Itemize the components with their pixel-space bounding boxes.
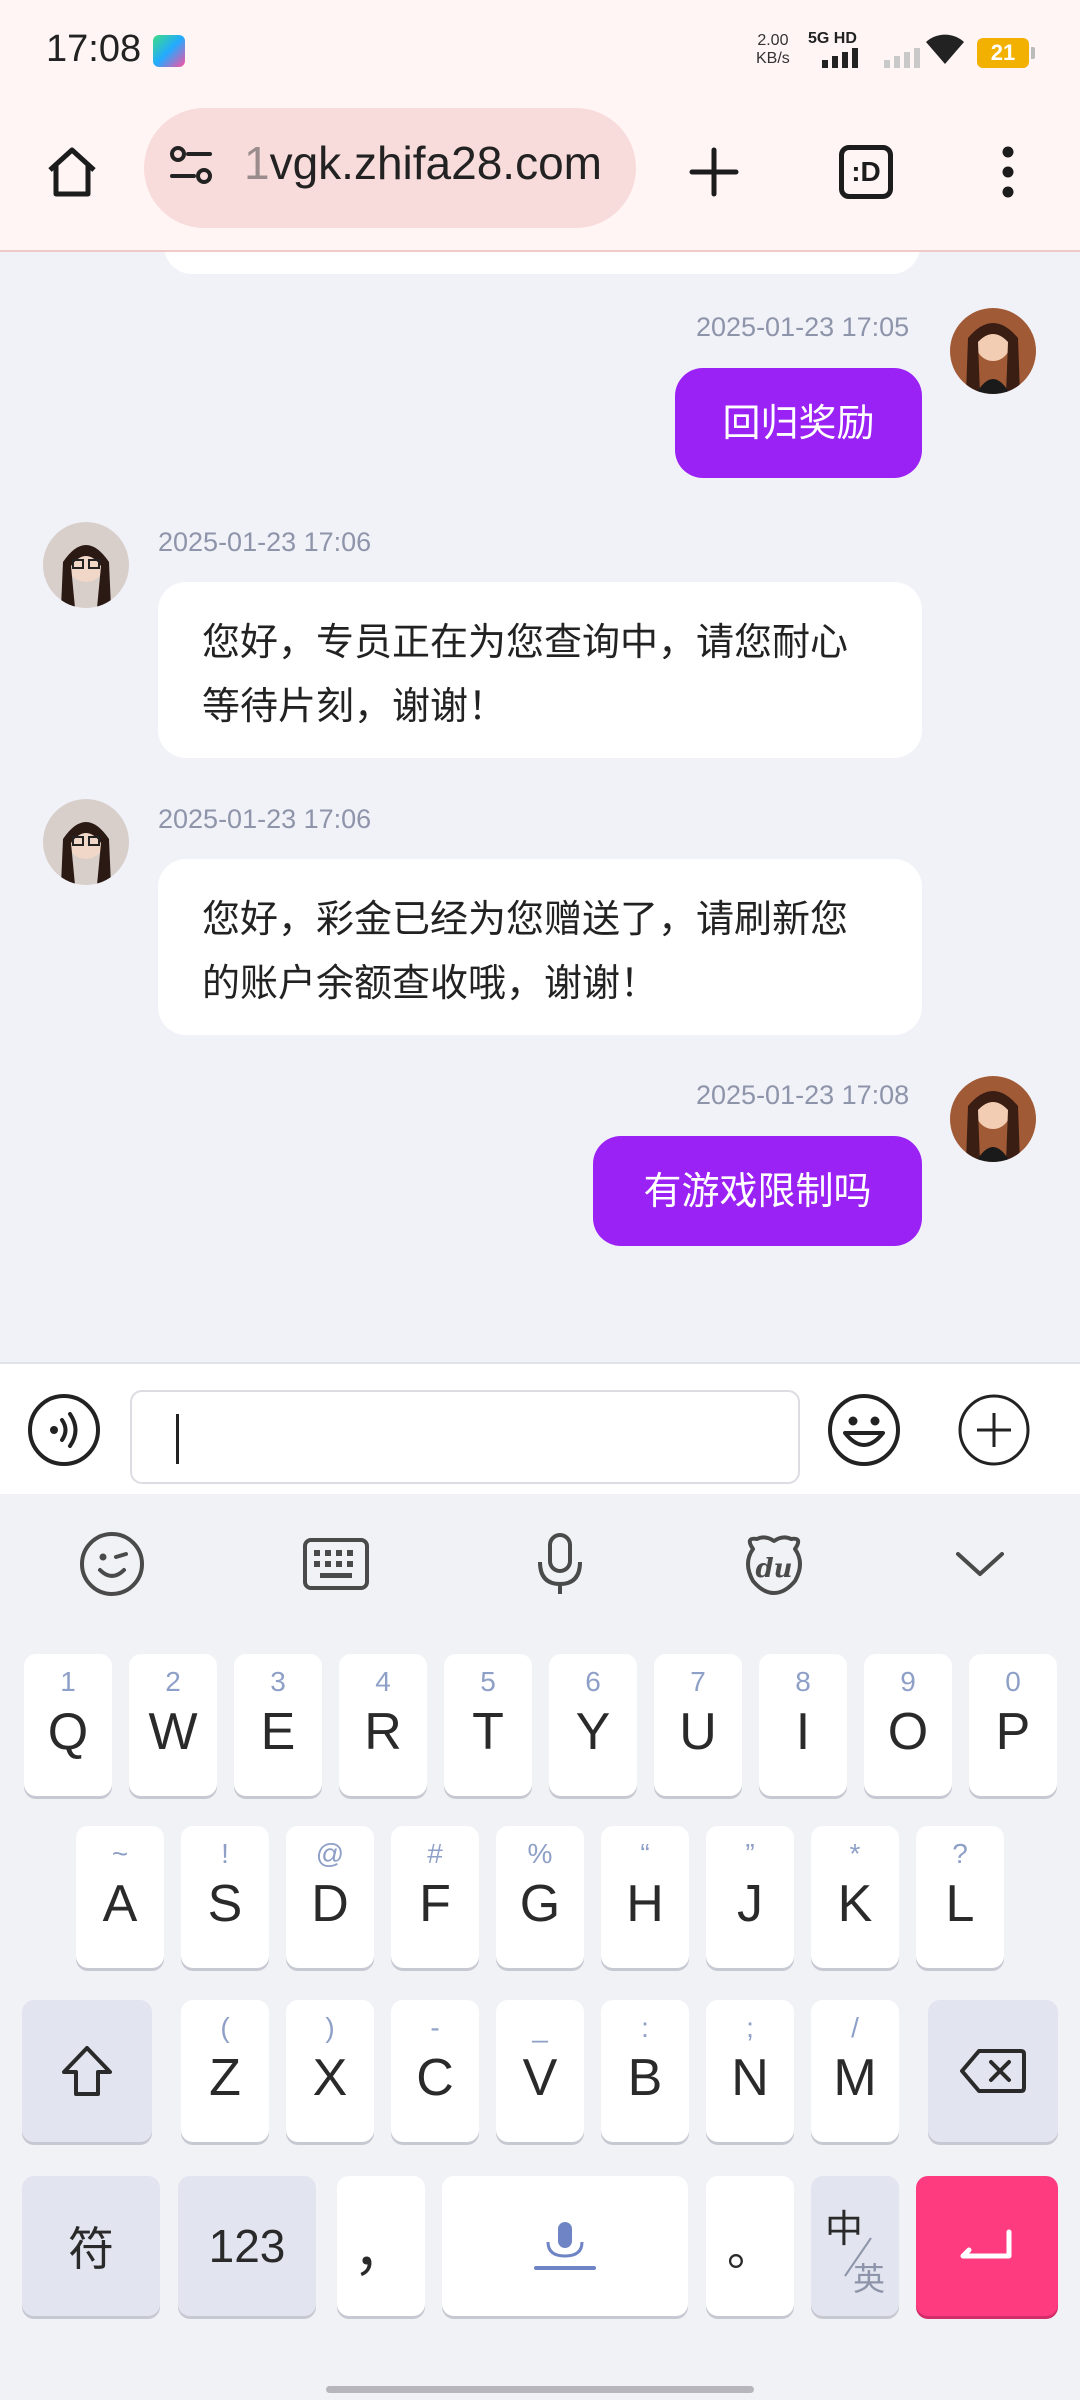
symbols-key[interactable]: 符 xyxy=(22,2176,160,2316)
voice-input-button[interactable] xyxy=(24,1390,104,1470)
agent-avatar[interactable] xyxy=(43,522,129,608)
battery-indicator: 21 xyxy=(977,38,1035,68)
message-bubble-incoming[interactable]: 您好，专员正在为您查询中，请您耐心等待片刻，谢谢！ xyxy=(158,582,922,758)
chevron-down-icon xyxy=(956,1552,1004,1576)
key-v[interactable]: _ V xyxy=(496,2000,584,2142)
home-icon xyxy=(48,147,96,197)
message-bubble-outgoing[interactable]: 回归奖励 xyxy=(675,368,922,478)
period-key[interactable]: 。 xyxy=(706,2176,794,2316)
address-bar[interactable]: 1vgk.zhifa28.com xyxy=(144,108,636,228)
signal-icon xyxy=(822,48,858,68)
keyboard-voice-button[interactable] xyxy=(520,1528,600,1600)
microphone-icon xyxy=(538,1533,582,1594)
key-l[interactable]: ? L xyxy=(916,1826,1004,1968)
space-mic-icon xyxy=(534,2222,596,2270)
keyboard-switch-button[interactable] xyxy=(296,1528,376,1600)
previous-message-bubble xyxy=(164,252,920,274)
chat-area[interactable]: 2025-01-23 17:05 回归奖励 2025-01-23 17:06 您… xyxy=(0,252,1080,1362)
signal-secondary-icon xyxy=(884,48,920,68)
key-z[interactable]: (Z xyxy=(181,2000,269,2142)
message-bubble-incoming[interactable]: 您好，彩金已经为您赠送了，请刷新您的账户余额查收哦，谢谢！ xyxy=(158,859,922,1035)
space-key[interactable] xyxy=(442,2176,688,2316)
language-switch-key[interactable]: 中 英 xyxy=(811,2176,899,2316)
menu-button[interactable] xyxy=(966,130,1050,214)
home-indicator[interactable] xyxy=(326,2386,754,2393)
key-p[interactable]: 0P xyxy=(969,1654,1057,1796)
message-time: 2025-01-23 17:06 xyxy=(158,804,372,834)
keyboard-hide-button[interactable] xyxy=(940,1528,1020,1600)
emoji-face-icon xyxy=(80,1532,144,1596)
message-time: 2025-01-23 17:06 xyxy=(158,527,372,557)
tab-switcher-button[interactable]: :D xyxy=(824,130,908,214)
keyboard-du-button[interactable]: du xyxy=(734,1528,814,1600)
key-h[interactable]: “H xyxy=(601,1826,689,1968)
key-q[interactable]: 1Q xyxy=(24,1654,112,1796)
status-bar: 17:08 2.00 KB/s 5G HD 21 xyxy=(0,0,1080,100)
key-c[interactable]: -C xyxy=(391,2000,479,2142)
message-input[interactable] xyxy=(130,1390,800,1484)
key-g[interactable]: % G xyxy=(496,1826,584,1968)
new-tab-button[interactable] xyxy=(672,130,756,214)
voice-icon xyxy=(28,1394,100,1466)
message-input-bar xyxy=(0,1362,1080,1494)
browser-toolbar: 1vgk.zhifa28.com :D xyxy=(0,100,1080,252)
comma-key[interactable]: ， xyxy=(337,2176,425,2316)
shift-arrow-icon xyxy=(62,2046,112,2096)
tab-switcher-icon: :D xyxy=(839,145,893,199)
url-text[interactable]: 1vgk.zhifa28.com xyxy=(244,136,602,190)
message-time: 2025-01-23 17:05 xyxy=(696,312,910,342)
key-f[interactable]: # F xyxy=(391,1826,479,1968)
key-w[interactable]: 2W xyxy=(129,1654,217,1796)
more-vert-icon xyxy=(1002,146,1014,198)
user-avatar[interactable] xyxy=(950,1076,1036,1162)
site-settings-icon[interactable] xyxy=(166,142,216,190)
soft-keyboard: du 1Q 2W 3E 4R 5T 6Y 7U 8I 9O 0P ~ A ! S @… xyxy=(0,1494,1080,2400)
shift-key[interactable] xyxy=(22,2000,152,2142)
backspace-key[interactable] xyxy=(928,2000,1058,2142)
keyboard-toolbar: du xyxy=(0,1494,1080,1630)
user-avatar[interactable] xyxy=(950,308,1036,394)
network-speed: 2.00 KB/s xyxy=(756,32,790,67)
backspace-icon xyxy=(960,2049,1026,2093)
message-bubble-outgoing[interactable]: 有游戏限制吗 xyxy=(593,1136,922,1246)
emoji-button[interactable] xyxy=(824,1390,904,1470)
key-a[interactable]: ~ A xyxy=(76,1826,164,1968)
svg-text:du: du xyxy=(755,1554,792,1584)
key-i[interactable]: 8I xyxy=(759,1654,847,1796)
du-bear-icon: du xyxy=(746,1535,802,1595)
key-j[interactable]: ” J xyxy=(706,1826,794,1968)
keyboard-emoji-button[interactable] xyxy=(72,1528,152,1600)
key-r[interactable]: 4R xyxy=(339,1654,427,1796)
key-d[interactable]: @ D xyxy=(286,1826,374,1968)
status-time: 17:08 xyxy=(46,28,142,70)
key-s[interactable]: ! S xyxy=(181,1826,269,1968)
key-b[interactable]: :B xyxy=(601,2000,689,2142)
key-e[interactable]: 3E xyxy=(234,1654,322,1796)
plus-circle-icon xyxy=(958,1394,1030,1466)
key-n[interactable]: ; N xyxy=(706,2000,794,2142)
slash-divider xyxy=(844,2237,872,2277)
plus-icon xyxy=(689,147,739,197)
key-y[interactable]: 6Y xyxy=(549,1654,637,1796)
key-x[interactable]: ) X xyxy=(286,2000,374,2142)
key-k[interactable]: * K xyxy=(811,1826,899,1968)
smiley-icon xyxy=(828,1394,900,1466)
key-m[interactable]: / M xyxy=(811,2000,899,2142)
wifi-icon xyxy=(926,34,964,64)
key-u[interactable]: 7U xyxy=(654,1654,742,1796)
enter-key[interactable] xyxy=(916,2176,1058,2316)
numbers-key[interactable]: 123 xyxy=(178,2176,316,2316)
agent-avatar[interactable] xyxy=(43,799,129,885)
key-o[interactable]: 9O xyxy=(864,1654,952,1796)
message-time: 2025-01-23 17:08 xyxy=(696,1080,910,1110)
network-type: 5G HD xyxy=(808,30,857,47)
keyboard-icon xyxy=(303,1538,369,1590)
text-caret xyxy=(176,1414,179,1464)
home-button[interactable] xyxy=(30,130,114,214)
attach-button[interactable] xyxy=(954,1390,1034,1470)
enter-icon xyxy=(960,2229,1012,2259)
notification-app-icon xyxy=(153,35,185,67)
key-t[interactable]: 5T xyxy=(444,1654,532,1796)
